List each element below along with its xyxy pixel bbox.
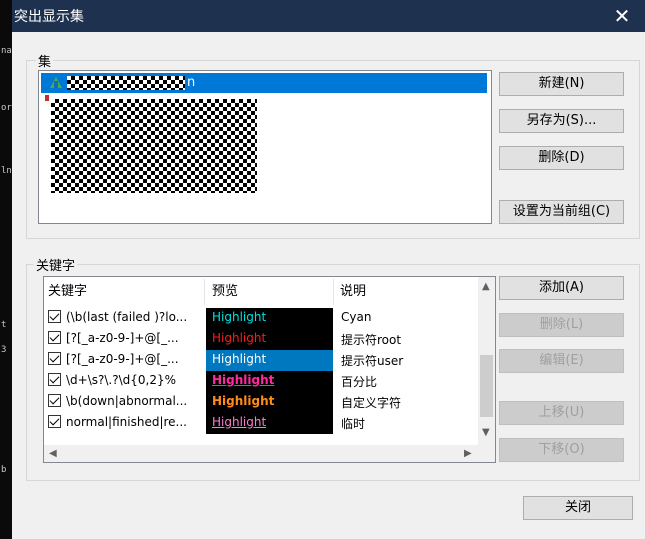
close-button[interactable]: 关闭: [523, 496, 633, 520]
background-text: na: [1, 46, 12, 56]
keyword-row[interactable]: [?[_a-z0-9-]+@[_... Highlight 提示符user: [44, 350, 480, 371]
row-enabled-checkbox[interactable]: [48, 331, 61, 344]
scroll-down-icon[interactable]: ▼: [482, 427, 490, 438]
column-separator[interactable]: [333, 279, 334, 305]
preview-text: Highlight: [212, 415, 267, 429]
keyword-row[interactable]: [?[_a-z0-9-]+@[_... Highlight 提示符root: [44, 329, 480, 350]
background-text: b: [1, 465, 7, 475]
scroll-up-icon[interactable]: ▲: [482, 281, 490, 292]
preview-swatch: Highlight: [206, 329, 333, 350]
background-text: t: [1, 320, 7, 330]
move-down-button[interactable]: 下移(O): [499, 438, 624, 462]
keyword-description: 自定义字符: [341, 396, 402, 410]
column-header-keyword[interactable]: 关键字: [48, 277, 87, 307]
background-terminal-strip: na or ln t 3 b: [0, 0, 12, 539]
column-header-preview[interactable]: 预览: [212, 277, 238, 307]
row-enabled-checkbox[interactable]: [48, 415, 61, 428]
scroll-right-icon[interactable]: ▶: [464, 448, 472, 459]
column-separator[interactable]: [204, 279, 205, 305]
preview-text: Highlight: [212, 331, 267, 345]
delete-keyword-button[interactable]: 删除(L): [499, 313, 624, 337]
delete-set-button[interactable]: 删除(D): [499, 146, 624, 170]
row-enabled-checkbox[interactable]: [48, 310, 61, 323]
keyword-description: 提示符root: [341, 333, 402, 347]
keywords-list[interactable]: 关键字 预览 说明 (\b(last (failed )?lo... Highl…: [43, 276, 496, 463]
column-header-description[interactable]: 说明: [340, 277, 366, 307]
set-item-selected[interactable]: n: [41, 73, 487, 93]
preview-text: Highlight: [212, 352, 267, 366]
set-name-suffix: n: [187, 75, 196, 90]
title-bar: 突出显示集 ✕: [12, 0, 645, 32]
new-set-button[interactable]: 新建(N): [499, 72, 624, 96]
keywords-group-label: 关键字: [34, 255, 78, 274]
keyword-description: Cyan: [341, 310, 372, 324]
keyword-description: 临时: [341, 417, 366, 431]
close-icon[interactable]: ✕: [599, 0, 645, 32]
background-text: or: [1, 103, 12, 113]
preview-text: Highlight: [212, 310, 267, 324]
save-as-button[interactable]: 另存为(S)...: [499, 109, 624, 133]
keyword-row[interactable]: \d+\s?\.?\d{0,2}% Highlight 百分比: [44, 371, 480, 392]
move-up-button[interactable]: 上移(U): [499, 401, 624, 425]
vertical-scrollbar[interactable]: ▲ ▼: [478, 277, 495, 445]
background-text: ln: [1, 166, 12, 176]
preview-text: Highlight: [212, 394, 275, 408]
keyword-description: 提示符user: [341, 354, 404, 368]
sets-list[interactable]: n: [38, 70, 492, 224]
preview-swatch: Highlight: [206, 350, 333, 371]
scrollbar-thumb[interactable]: [480, 355, 493, 417]
keyword-description: 百分比: [341, 375, 378, 389]
horizontal-scrollbar[interactable]: ◀ ▶: [44, 445, 495, 462]
scroll-left-icon[interactable]: ◀: [49, 448, 57, 459]
redacted-set-name: [67, 76, 185, 90]
keyword-row[interactable]: \b(down|abnormal... Highlight 自定义字符: [44, 392, 480, 413]
redacted-set-items: [51, 99, 257, 193]
row-enabled-checkbox[interactable]: [48, 394, 61, 407]
set-current-group-button[interactable]: 设置为当前组(C): [499, 200, 624, 224]
edit-keyword-button[interactable]: 编辑(E): [499, 349, 624, 373]
row-enabled-checkbox[interactable]: [48, 352, 61, 365]
dialog-title: 突出显示集: [14, 9, 84, 25]
sets-group-label: 集: [36, 51, 54, 70]
set-icon: [50, 77, 62, 88]
preview-swatch: Highlight: [206, 392, 333, 413]
set-icon-marker: [45, 95, 49, 101]
preview-text: Highlight: [212, 373, 275, 387]
keyword-row[interactable]: (\b(last (failed )?lo... Highlight Cyan: [44, 308, 480, 329]
background-text: 3: [1, 345, 7, 355]
preview-swatch: Highlight: [206, 413, 333, 434]
preview-swatch: Highlight: [206, 308, 333, 329]
preview-swatch: Highlight: [206, 371, 333, 392]
row-enabled-checkbox[interactable]: [48, 373, 61, 386]
highlight-sets-dialog: 突出显示集 ✕ 集 n 新建(N) 另存为(S)... 删除(D) 设置为当前组…: [12, 0, 645, 539]
add-keyword-button[interactable]: 添加(A): [499, 276, 624, 300]
keyword-row[interactable]: normal|finished|re... Highlight 临时: [44, 413, 480, 434]
